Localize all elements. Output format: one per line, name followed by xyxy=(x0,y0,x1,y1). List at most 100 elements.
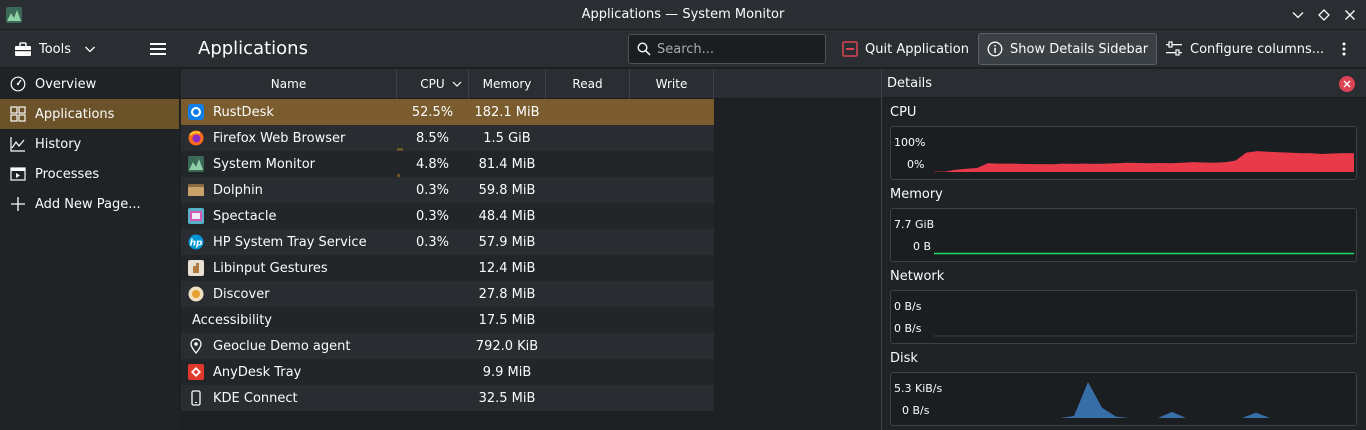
column-header-write[interactable]: Write xyxy=(630,69,714,99)
details-title: Details xyxy=(887,75,933,91)
table-row[interactable]: AnyDesk Tray 9.9 MiB xyxy=(181,359,714,385)
close-window-button[interactable] xyxy=(1340,5,1360,25)
app-cpu: 4.8% xyxy=(415,156,450,172)
sort-descending-icon xyxy=(452,81,462,87)
app-memory: 32.5 MiB xyxy=(478,390,536,406)
process-window-icon xyxy=(10,167,26,181)
table-row[interactable]: Geoclue Demo agent 792.0 KiB xyxy=(181,333,714,359)
sidebar-item-overview[interactable]: Overview xyxy=(0,69,179,99)
app-memory: 48.4 MiB xyxy=(478,208,536,224)
toolbox-icon xyxy=(15,42,31,56)
close-icon xyxy=(1343,80,1351,88)
app-name: RustDesk xyxy=(213,104,274,120)
table-row[interactable]: Dolphin 0.3% 59.8 MiB xyxy=(181,177,714,203)
table-row[interactable]: Accessibility 17.5 MiB xyxy=(181,307,714,333)
minimize-button[interactable] xyxy=(1288,5,1308,25)
maximize-button[interactable] xyxy=(1314,5,1334,25)
app-cpu xyxy=(397,255,468,281)
anydesk-icon xyxy=(187,359,205,385)
rustdesk-icon xyxy=(187,99,205,125)
app-memory: 792.0 KiB xyxy=(475,338,539,354)
app-name: Libinput Gestures xyxy=(213,260,328,276)
diamond-icon xyxy=(1318,9,1330,21)
table-row[interactable]: System Monitor 4.8% 81.4 MiB xyxy=(181,151,714,177)
sidebar-item-label: Overview xyxy=(35,76,97,92)
search-input[interactable] xyxy=(657,41,817,57)
discover-icon xyxy=(187,281,205,307)
sidebar-item-applications[interactable]: Applications xyxy=(0,99,179,129)
sidebar-item-processes[interactable]: Processes xyxy=(0,159,179,189)
column-header-label: Name xyxy=(270,77,307,91)
window-title: Applications — System Monitor xyxy=(581,7,785,22)
tools-menu-button[interactable]: Tools xyxy=(10,36,100,62)
sidebar-item-label: Add New Page... xyxy=(35,196,141,212)
column-header-label: Memory xyxy=(482,77,532,91)
network-ymax-label: 0 B/s xyxy=(894,300,922,313)
table-row[interactable]: RustDesk 52.5% 182.1 MiB xyxy=(181,99,714,125)
app-cpu: 52.5% xyxy=(411,104,454,120)
app-name: Geoclue Demo agent xyxy=(213,338,351,354)
app-memory: 9.9 MiB xyxy=(482,364,532,380)
column-header-label: CPU xyxy=(420,77,445,91)
chevron-down-icon xyxy=(85,46,95,53)
cpu-ymax-label: 100% xyxy=(894,136,926,149)
app-cpu xyxy=(397,281,468,307)
app-cpu: 0.3% xyxy=(415,234,450,250)
folder-icon xyxy=(187,177,205,203)
table-row[interactable]: Discover 27.8 MiB xyxy=(181,281,714,307)
show-details-sidebar-button[interactable]: Show Details Sidebar xyxy=(978,33,1158,65)
table-row[interactable]: KDE Connect 32.5 MiB xyxy=(181,385,714,411)
kebab-menu-icon[interactable] xyxy=(1336,39,1352,59)
gestures-icon xyxy=(187,255,205,281)
details-header: Details xyxy=(882,69,1366,98)
sidebar-item-add-new-page[interactable]: Add New Page... xyxy=(0,189,179,219)
app-name: KDE Connect xyxy=(213,390,298,406)
info-icon xyxy=(987,41,1003,57)
applications-table: Name CPU Memory Read Write RustDesk 52.5%… xyxy=(181,69,881,430)
app-name: Accessibility xyxy=(192,312,272,328)
cpu-graph xyxy=(934,151,1354,172)
search-field[interactable] xyxy=(628,34,826,64)
memory-ymin-label: 0 B xyxy=(913,240,932,253)
network-ymin-label: 0 B/s xyxy=(894,322,922,335)
close-icon xyxy=(1345,10,1355,20)
sidebar-item-history[interactable]: History xyxy=(0,129,179,159)
column-header-read[interactable]: Read xyxy=(546,69,630,99)
app-name: AnyDesk Tray xyxy=(213,364,302,380)
app-cpu: 0.3% xyxy=(415,182,450,198)
hamburger-menu-icon[interactable] xyxy=(148,39,168,59)
close-details-button[interactable] xyxy=(1339,76,1355,92)
table-row[interactable]: Firefox Web Browser 8.5% 1.5 GiB xyxy=(181,125,714,151)
app-name: System Monitor xyxy=(213,156,316,172)
firefox-icon xyxy=(187,125,205,151)
column-header-memory[interactable]: Memory xyxy=(469,69,546,99)
app-cpu xyxy=(397,307,468,333)
app-cpu xyxy=(397,333,468,359)
cpu-plot: 100% 0% xyxy=(890,126,1357,180)
column-header-cpu[interactable]: CPU xyxy=(397,69,469,99)
app-cpu xyxy=(397,359,468,385)
table-row[interactable]: Spectacle 0.3% 48.4 MiB xyxy=(181,203,714,229)
configure-columns-button[interactable]: Configure columns... xyxy=(1157,33,1332,65)
main-toolbar: Tools Applications Quit Application Show… xyxy=(0,30,1366,68)
cpu-section-title: CPU xyxy=(890,105,917,120)
app-memory: 1.5 GiB xyxy=(483,130,531,146)
app-memory: 81.4 MiB xyxy=(478,156,536,172)
sidebar-item-label: Applications xyxy=(35,106,115,122)
app-memory: 57.9 MiB xyxy=(478,234,536,250)
table-row[interactable]: Libinput Gestures 12.4 MiB xyxy=(181,255,714,281)
table-row[interactable]: hp HP System Tray Service 0.3% 57.9 MiB xyxy=(181,229,714,255)
tools-label: Tools xyxy=(39,41,72,57)
history-graph-icon xyxy=(10,137,25,152)
column-header-name[interactable]: Name xyxy=(181,69,397,99)
app-name: Firefox Web Browser xyxy=(213,130,346,146)
app-name: Spectacle xyxy=(213,208,277,224)
table-body: RustDesk 52.5% 182.1 MiB Firefox Web Browse… xyxy=(181,99,714,411)
phone-icon xyxy=(187,385,205,411)
memory-ymax-label: 7.7 GiB xyxy=(894,218,935,231)
gauge-icon xyxy=(10,76,26,92)
network-section-title: Network xyxy=(890,269,945,284)
quit-application-button[interactable]: Quit Application xyxy=(834,33,977,65)
disk-ymin-label: 0 B/s xyxy=(902,404,930,417)
app-name: Dolphin xyxy=(213,182,263,198)
